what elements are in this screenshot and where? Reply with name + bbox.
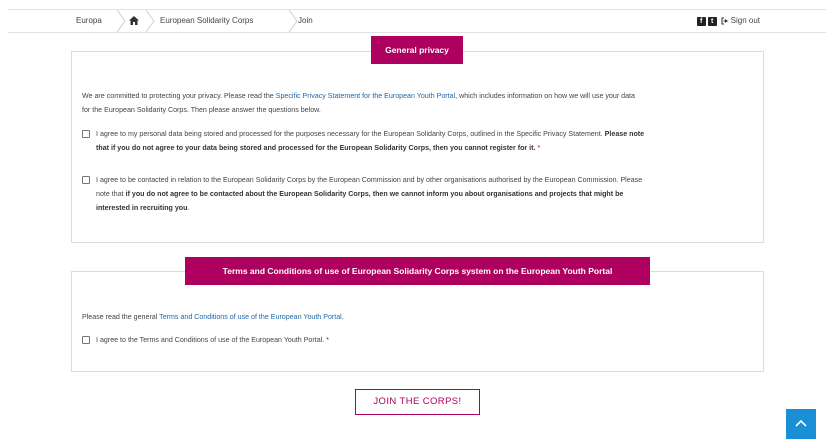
terms-consent-checkbox[interactable]: [82, 336, 90, 344]
terms-intro: Please read the general Terms and Condit…: [82, 310, 762, 324]
twitter-icon[interactable]: t: [707, 16, 717, 26]
consent-note: if you do not agree to be contacted abou…: [125, 190, 624, 198]
privacy-consent-checkbox[interactable]: [82, 130, 90, 138]
privacy-intro: We are committed to protecting your priv…: [82, 89, 762, 117]
header-actions: f t Sign out: [696, 10, 760, 32]
privacy-panel-title: General privacy: [371, 36, 463, 64]
consent-text: .: [187, 204, 190, 212]
consent-note: interested in recruiting you: [96, 204, 188, 212]
terms-consent-label: I agree to the Terms and Conditions of u…: [96, 333, 761, 347]
breadcrumb-bar: Europa European Solidarity Corps Join f …: [8, 9, 826, 33]
privacy-intro-text: We are committed to protecting your priv…: [82, 92, 276, 100]
breadcrumb-item-esc[interactable]: European Solidarity Corps: [160, 10, 253, 32]
contact-consent-label: I agree to be contacted in relation to t…: [96, 173, 761, 215]
consent-text: I agree to my personal data being stored…: [96, 130, 603, 138]
terms-intro-text: .: [341, 313, 344, 321]
terms-panel-title: Terms and Conditions of use of European …: [185, 257, 650, 285]
chevron-up-icon: [795, 419, 807, 427]
consent-note: that if you do not agree to your data be…: [96, 144, 536, 152]
sign-out-icon: [721, 17, 728, 25]
terms-intro-text: Please read the general: [82, 313, 160, 321]
breadcrumb-separator-icon: [145, 10, 155, 32]
privacy-consent-label: I agree to my personal data being stored…: [96, 127, 761, 155]
home-icon[interactable]: [129, 16, 139, 25]
consent-note: Please note: [602, 130, 645, 138]
consent-text: note that: [96, 190, 126, 198]
breadcrumb-item-join: Join: [298, 16, 313, 25]
consent-text: I agree to the Terms and Conditions of u…: [96, 336, 325, 344]
contact-consent-checkbox[interactable]: [82, 176, 90, 184]
required-mark: *: [537, 144, 541, 152]
terms-link[interactable]: Terms and Conditions of use of the Europ…: [159, 313, 342, 321]
facebook-icon[interactable]: f: [696, 16, 706, 26]
privacy-intro-text: for the European Solidarity Corps. Then …: [82, 106, 321, 114]
privacy-intro-text: , which includes information on how we w…: [455, 92, 635, 100]
privacy-statement-link[interactable]: Specific Privacy Statement for the Europ…: [276, 92, 455, 100]
consent-text: I agree to be contacted in relation to t…: [96, 176, 643, 184]
join-corps-button[interactable]: JOIN THE CORPS!: [355, 389, 480, 415]
required-mark: *: [326, 336, 329, 344]
back-to-top-button[interactable]: [786, 409, 816, 439]
breadcrumb-separator-icon: [116, 10, 126, 32]
breadcrumb-item-europa[interactable]: Europa: [76, 10, 102, 32]
sign-out-link[interactable]: Sign out: [731, 10, 760, 32]
